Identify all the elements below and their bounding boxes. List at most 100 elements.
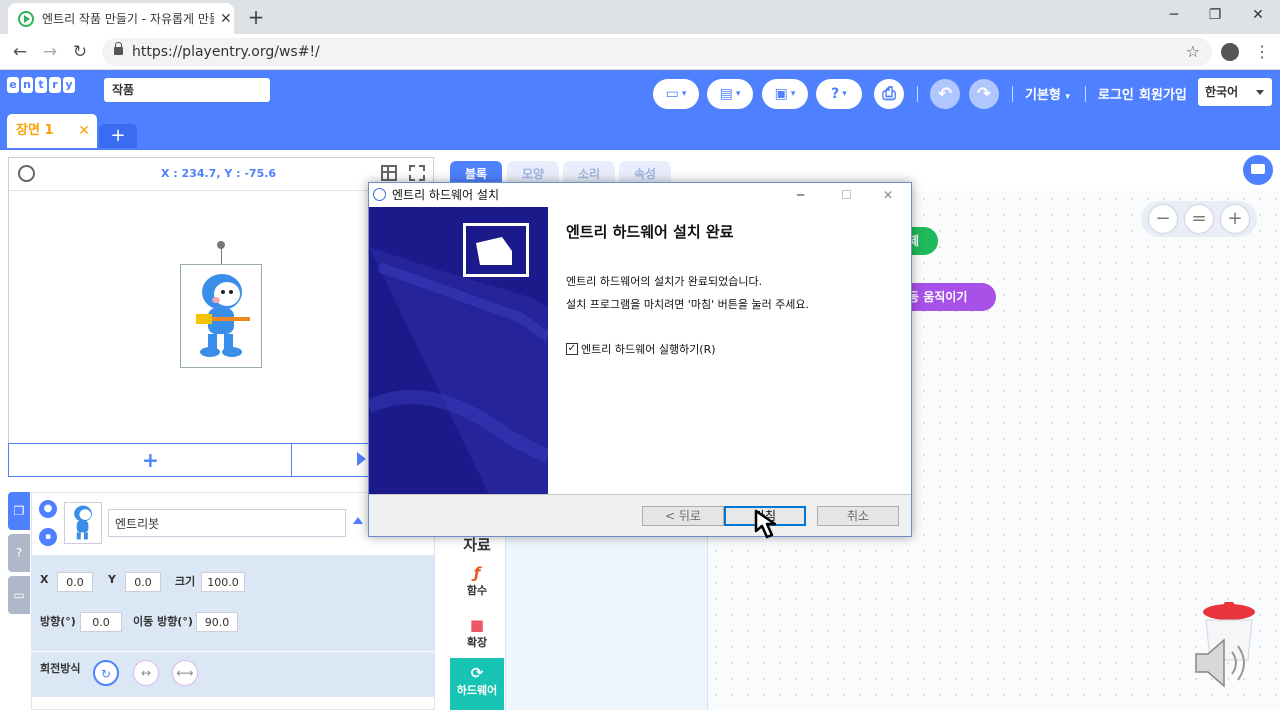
redo-icon: ↷ [976, 84, 992, 104]
category-label: 자료 [463, 536, 491, 554]
rotate-none-icon[interactable]: ⟷ [172, 660, 198, 686]
help-button[interactable]: ? ▾ [816, 79, 862, 109]
project-name-input[interactable]: 작품 [104, 78, 270, 102]
dialog-line-1: 엔트리 하드웨어의 설치가 완료되었습니다. [566, 275, 763, 288]
category-extension[interactable]: ■ 확장 [450, 610, 504, 660]
forward-arrow-icon[interactable]: → [40, 42, 60, 62]
lock-icon[interactable]: ▪ [39, 528, 57, 546]
installer-app-icon [373, 188, 386, 201]
category-label: 함수 [466, 584, 488, 597]
chevron-down-icon: ▾ [1065, 92, 1070, 102]
back-button[interactable]: < 뒤로 [642, 506, 724, 526]
fullscreen-icon[interactable] [409, 165, 425, 181]
rotation-handle[interactable] [217, 241, 225, 249]
close-window-button[interactable]: ✕ [1238, 4, 1278, 26]
divider [1085, 86, 1086, 102]
objects-icon: ❐ [13, 504, 25, 518]
browser-tab-title: 엔트리 작품 만들기 - 자유롭게 만들기 [42, 12, 214, 26]
x-label: X [40, 573, 49, 586]
zoom-reset-button[interactable]: = [1185, 205, 1213, 233]
restore-button[interactable]: ❐ [1195, 4, 1235, 26]
console-icon: ▭ [13, 588, 25, 602]
zoom-in-button[interactable]: + [1221, 205, 1249, 233]
tab-close-icon[interactable]: ✕ [220, 11, 232, 27]
add-object-button[interactable]: + [142, 448, 159, 472]
hardware-icon: ⟳ [470, 664, 484, 682]
zoom-control: − = + [1141, 201, 1257, 237]
new-tab-button[interactable]: + [244, 4, 268, 30]
grid-icon[interactable] [381, 165, 397, 181]
scene-tab[interactable]: 장면 1 ✕ [7, 114, 97, 148]
mode-label: 기본형 [1025, 88, 1061, 103]
dialog-line-2: 설치 프로그램을 마치려면 '마침' 버튼을 눌러 주세요. [566, 298, 810, 311]
console-tab[interactable]: ▭ [8, 576, 30, 614]
entry-favicon-icon [18, 10, 34, 27]
mode-select[interactable]: 기본형 ▾ [1025, 84, 1070, 103]
category-hardware[interactable]: ⟳ 하드웨어 [450, 658, 504, 710]
checkbox-label: 엔트리 하드웨어 실행하기(R) [581, 343, 716, 356]
entry-logo[interactable]: e n t r y [7, 77, 75, 93]
document-icon: ▤ [719, 86, 733, 102]
profile-avatar-icon[interactable] [1221, 43, 1239, 61]
bookmark-star-icon[interactable]: ☆ [1186, 38, 1200, 66]
help-icon: ? [831, 86, 840, 102]
mouse-pointer-icon [754, 509, 784, 541]
play-icon[interactable] [357, 452, 366, 466]
logo-letter: y [63, 77, 75, 93]
size-input[interactable]: 100.0 [201, 572, 245, 592]
rotate-horizontal-icon[interactable]: ↔ [133, 660, 159, 686]
speed-gauge-icon[interactable] [18, 165, 35, 182]
logo-letter: t [35, 77, 47, 93]
move-direction-input[interactable]: 90.0 [196, 612, 238, 632]
rotation-label: 회전방식 [40, 662, 81, 675]
language-select[interactable]: 한국어 [1198, 78, 1272, 106]
dialog-close-button[interactable]: ✕ [883, 183, 893, 207]
print-button[interactable]: ⎙ [874, 79, 904, 109]
save-button[interactable]: ▣ ▾ [762, 79, 808, 109]
undo-button[interactable]: ↶ [930, 79, 960, 109]
size-label: 크기 [175, 575, 196, 588]
menu-kebab-icon[interactable]: ⋮ [1252, 42, 1272, 62]
installer-side-banner [369, 207, 548, 494]
logo-letter: r [49, 77, 61, 93]
visibility-eye-icon[interactable]: ● [39, 500, 57, 518]
browser-tab[interactable]: 엔트리 작품 만들기 - 자유롭게 만들기 ✕ [8, 3, 234, 34]
dialog-heading: 엔트리 하드웨어 설치 완료 [566, 223, 734, 241]
installer-dialog: 엔트리 하드웨어 설치 ─ ☐ ✕ 엔트리 하드웨어 설치 완료 엔트리 하드웨… [368, 182, 912, 537]
address-bar[interactable]: https://playentry.org/ws#!/ ☆ [102, 38, 1212, 66]
zoom-out-button[interactable]: − [1149, 205, 1177, 233]
redo-button[interactable]: ↷ [969, 79, 999, 109]
dialog-minimize-button[interactable]: ─ [797, 183, 804, 207]
minimize-button[interactable]: ─ [1154, 4, 1194, 26]
entrybot-sprite[interactable] [194, 268, 250, 358]
help-tab[interactable]: ? [8, 534, 30, 572]
view-mode-button[interactable]: ▭ ▾ [653, 79, 699, 109]
divider [31, 651, 435, 652]
object-list-tab[interactable]: ❐ [8, 492, 30, 530]
lock-icon [114, 42, 123, 55]
run-hardware-checkbox[interactable]: ✓ 엔트리 하드웨어 실행하기(R) [566, 341, 716, 357]
collapse-arrow-icon[interactable] [353, 517, 363, 524]
login-link[interactable]: 로그인 [1098, 84, 1134, 103]
chevron-down-icon: ▾ [790, 89, 796, 99]
category-label: 하드웨어 [456, 684, 498, 697]
category-function[interactable]: ƒ 함수 [450, 558, 504, 608]
object-name-input[interactable]: 엔트리봇 [108, 509, 346, 537]
reload-icon[interactable]: ↻ [70, 42, 90, 62]
object-thumbnail[interactable] [64, 502, 102, 544]
direction-label: 방향(°) [40, 615, 76, 628]
signup-link[interactable]: 회원가입 [1139, 84, 1187, 103]
save-icon: ▣ [774, 86, 788, 102]
direction-input[interactable]: 0.0 [80, 612, 122, 632]
scene-close-icon[interactable]: ✕ [78, 114, 90, 148]
add-scene-button[interactable]: + [99, 124, 137, 148]
rotate-free-icon[interactable]: ↻ [93, 660, 119, 686]
y-input[interactable]: 0.0 [125, 572, 161, 592]
back-arrow-icon[interactable]: ← [10, 42, 30, 62]
dialog-maximize-button[interactable]: ☐ [841, 183, 852, 207]
x-input[interactable]: 0.0 [57, 572, 93, 592]
function-icon: ƒ [473, 564, 481, 582]
chat-icon[interactable] [1243, 155, 1273, 185]
new-project-button[interactable]: ▤ ▾ [707, 79, 753, 109]
cancel-button[interactable]: 취소 [817, 506, 899, 526]
